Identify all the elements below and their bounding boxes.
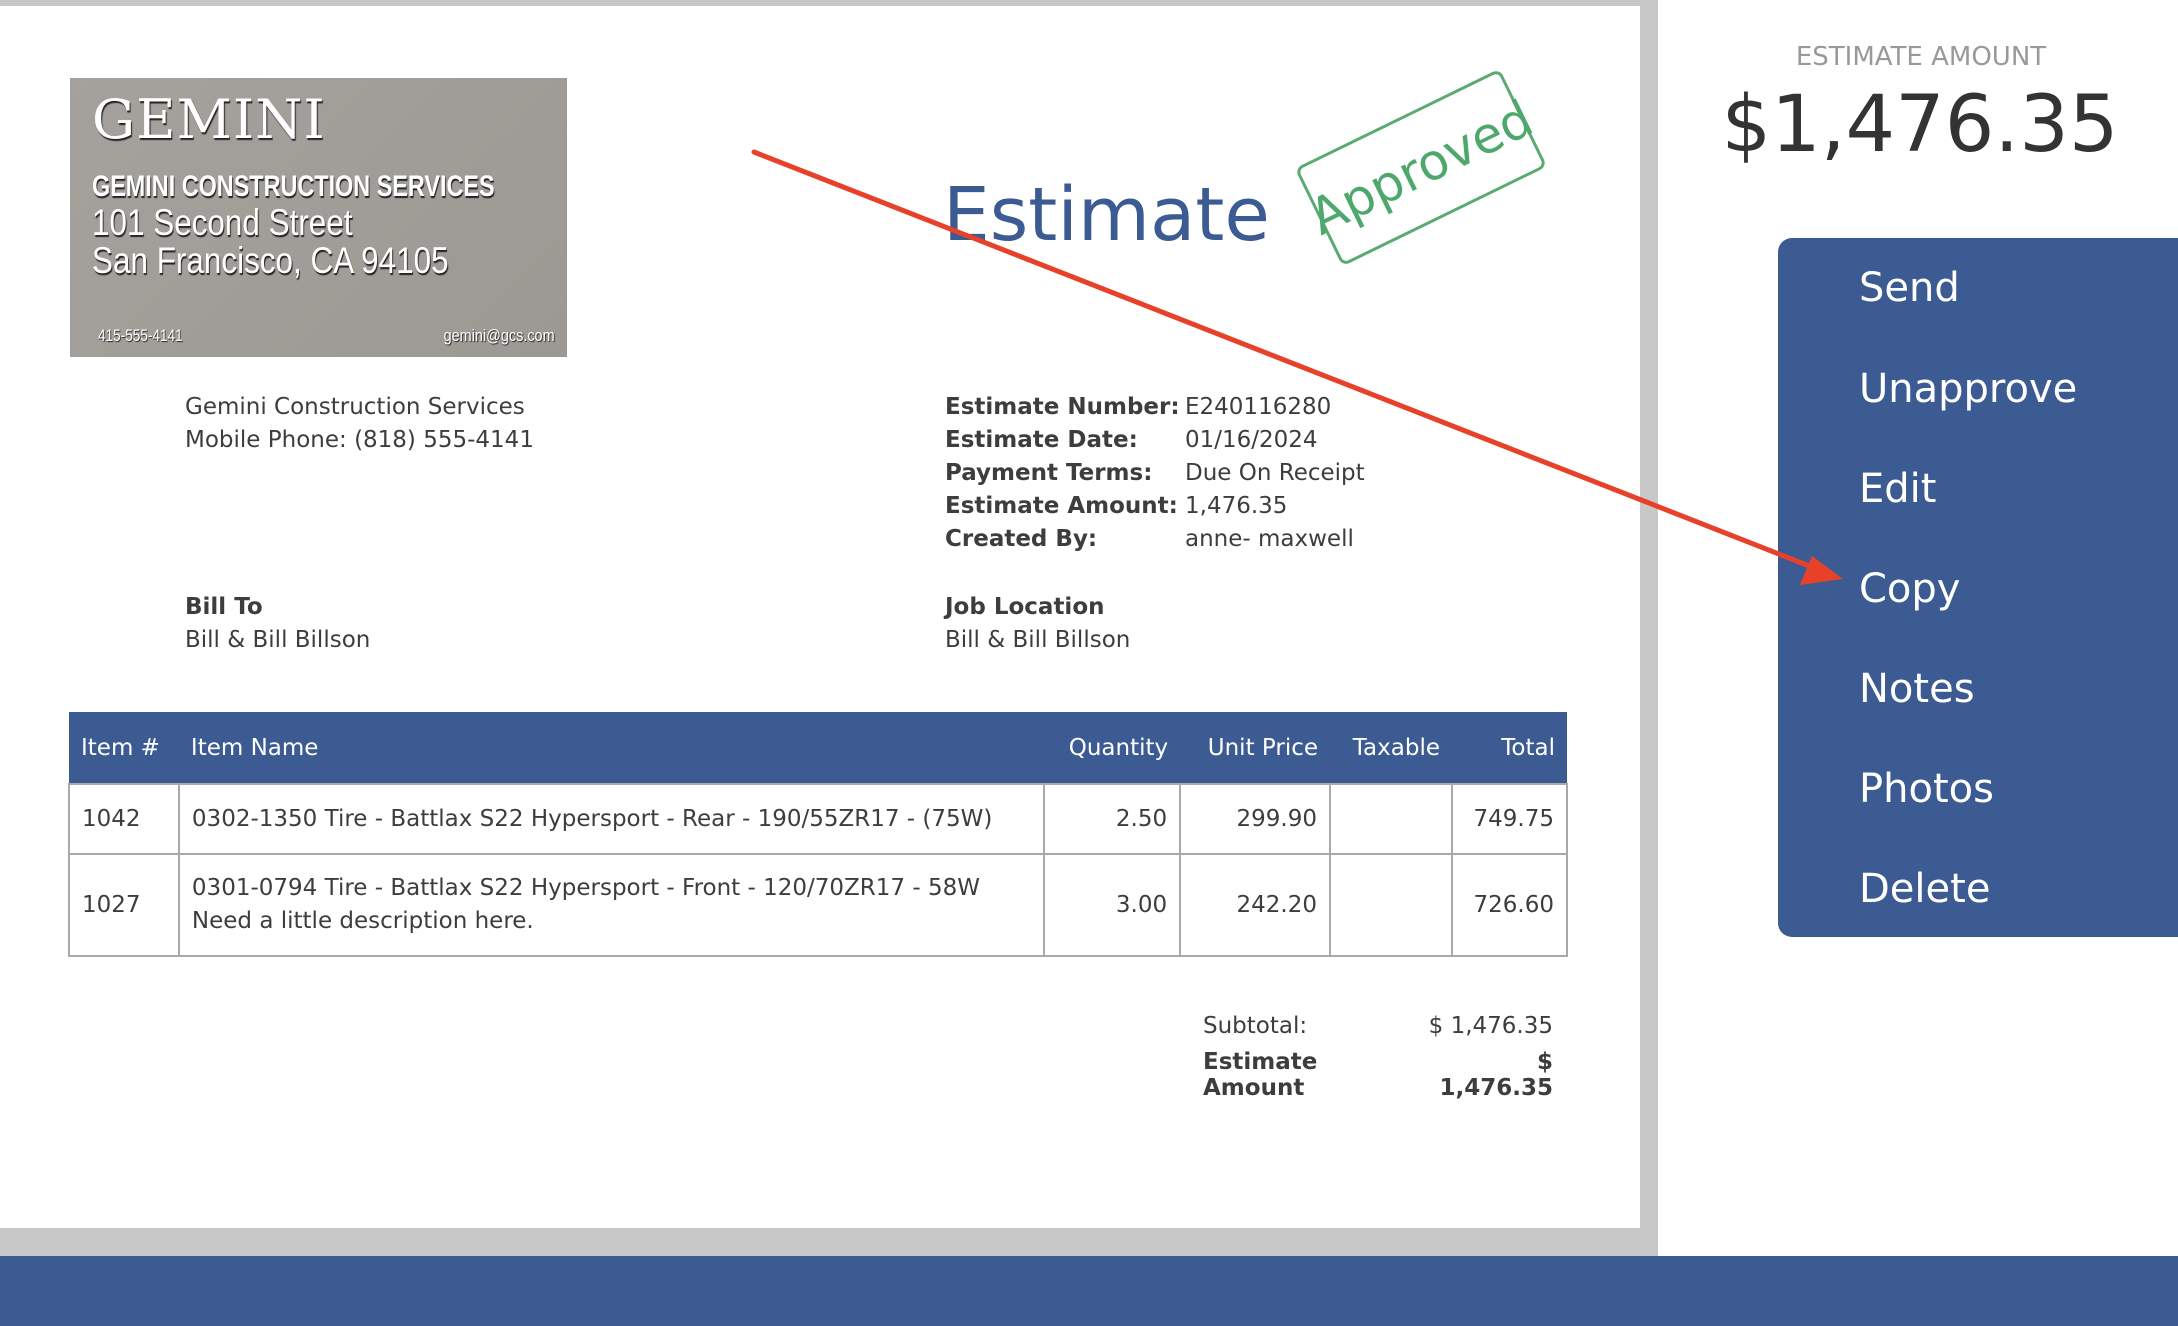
estimate-amount-value: $ 1,476.35: [1439, 1049, 1554, 1101]
item-name: 0302-1350 Tire - Battlax S22 Hypersport …: [191, 805, 993, 832]
meta-row-created-by: Created By: anne- maxwell: [945, 523, 1365, 556]
cell-taxable: [1329, 853, 1453, 957]
meta-row-amount: Estimate Amount: 1,476.35: [945, 490, 1365, 523]
meta-value: 1,476.35: [1185, 493, 1288, 519]
job-location-value: Bill & Bill Billson: [945, 627, 1131, 653]
cell-item-name: 0302-1350 Tire - Battlax S22 Hypersport …: [177, 783, 1046, 855]
actions-menu: Send Unapprove Edit Copy Notes Photos De…: [1778, 238, 2178, 937]
col-header-item-name: Item Name: [178, 712, 1045, 784]
menu-item-notes[interactable]: Notes: [1859, 659, 1975, 719]
meta-value: Due On Receipt: [1185, 460, 1365, 486]
job-location-label: Job Location: [945, 594, 1105, 620]
table-header-row: Item # Item Name Quantity Unit Price Tax…: [69, 712, 1567, 784]
menu-item-photos[interactable]: Photos: [1859, 759, 1994, 819]
meta-row-date: Estimate Date: 01/16/2024: [945, 424, 1365, 457]
cell-item-number: 1042: [68, 783, 180, 855]
item-description: Need a little description here.: [191, 908, 534, 934]
company-phone: Mobile Phone: (818) 555-4141: [185, 427, 534, 453]
meta-row-terms: Payment Terms: Due On Receipt: [945, 457, 1365, 490]
menu-item-send[interactable]: Send: [1859, 258, 1960, 318]
logo-address-line2: San Francisco, CA 94105: [92, 240, 449, 281]
subtotal-value: $ 1,476.35: [1428, 1013, 1553, 1039]
company-name: Gemini Construction Services: [185, 394, 525, 420]
company-contact: Gemini Construction Services Mobile Phon…: [185, 391, 534, 457]
logo-address-line1: 101 Second Street: [92, 202, 353, 243]
totals-block: Subtotal: $ 1,476.35 Estimate Amount $ 1,4…: [1203, 1013, 1554, 1101]
logo-company-name: GEMINI CONSTRUCTION SERVICES: [92, 170, 495, 203]
logo-brand: GEMINI: [92, 88, 326, 151]
line-items-table: Item # Item Name Quantity Unit Price Tax…: [68, 712, 1569, 957]
logo-phone: 415-555-4141: [98, 326, 183, 345]
cell-item-number: 1027: [68, 853, 180, 957]
meta-value: 01/16/2024: [1185, 427, 1318, 453]
cell-total: 749.75: [1450, 783, 1569, 855]
menu-item-unapprove[interactable]: Unapprove: [1859, 359, 2077, 419]
meta-label: Estimate Amount:: [945, 493, 1178, 519]
document-title: Estimate: [943, 172, 1270, 258]
bill-to: Bill To Bill & Bill Billson: [185, 591, 370, 657]
col-header-taxable: Taxable: [1330, 712, 1452, 784]
logo-email: gemini@gcs.com: [443, 326, 555, 345]
meta-value: E240116280: [1185, 394, 1332, 420]
meta-label: Estimate Number:: [945, 394, 1180, 420]
subtotal-row: Subtotal: $ 1,476.35: [1203, 1013, 1553, 1049]
cell-unit-price: 242.20: [1179, 853, 1332, 957]
cell-item-name: 0301-0794 Tire - Battlax S22 Hypersport …: [177, 853, 1046, 957]
cell-quantity: 2.50: [1043, 783, 1182, 855]
footer-bar: [0, 1256, 2178, 1326]
col-header-item-number: Item #: [69, 712, 179, 784]
meta-label: Estimate Date:: [945, 427, 1138, 453]
job-location: Job Location Bill & Bill Billson: [945, 591, 1130, 657]
estimate-meta: Estimate Number: E240116280 Estimate Date…: [945, 391, 1365, 556]
cell-total: 726.60: [1450, 853, 1569, 957]
item-name: 0301-0794 Tire - Battlax S22 Hypersport …: [191, 875, 980, 901]
sidebar-amount-label: ESTIMATE AMOUNT: [1795, 42, 2047, 72]
menu-item-delete[interactable]: Delete: [1859, 859, 1990, 919]
meta-value: anne- maxwell: [1185, 526, 1354, 552]
meta-row-number: Estimate Number: E240116280: [945, 391, 1365, 424]
meta-label: Created By:: [945, 526, 1098, 552]
company-logo: GEMINI GEMINI CONSTRUCTION SERVICES 101 …: [70, 78, 567, 357]
menu-item-copy[interactable]: Copy: [1859, 559, 1960, 619]
bill-to-value: Bill & Bill Billson: [185, 627, 371, 653]
cell-quantity: 3.00: [1043, 853, 1182, 957]
estimate-amount-label: Estimate Amount: [1203, 1049, 1318, 1101]
subtotal-label: Subtotal:: [1203, 1013, 1308, 1039]
meta-label: Payment Terms:: [945, 460, 1153, 486]
table-row: 1042 0302-1350 Tire - Battlax S22 Hypers…: [68, 783, 1569, 855]
bill-to-label: Bill To: [185, 594, 263, 620]
menu-item-edit[interactable]: Edit: [1859, 459, 1936, 519]
cell-unit-price: 299.90: [1179, 783, 1332, 855]
table-row: 1027 0301-0794 Tire - Battlax S22 Hypers…: [68, 853, 1569, 957]
estimate-amount-row: Estimate Amount $ 1,476.35: [1203, 1049, 1554, 1101]
col-header-unit-price: Unit Price: [1180, 712, 1331, 784]
sidebar-amount-value: $1,476.35: [1721, 80, 2119, 170]
col-header-total: Total: [1451, 712, 1567, 784]
col-header-quantity: Quantity: [1044, 712, 1181, 784]
cell-taxable: [1329, 783, 1453, 855]
